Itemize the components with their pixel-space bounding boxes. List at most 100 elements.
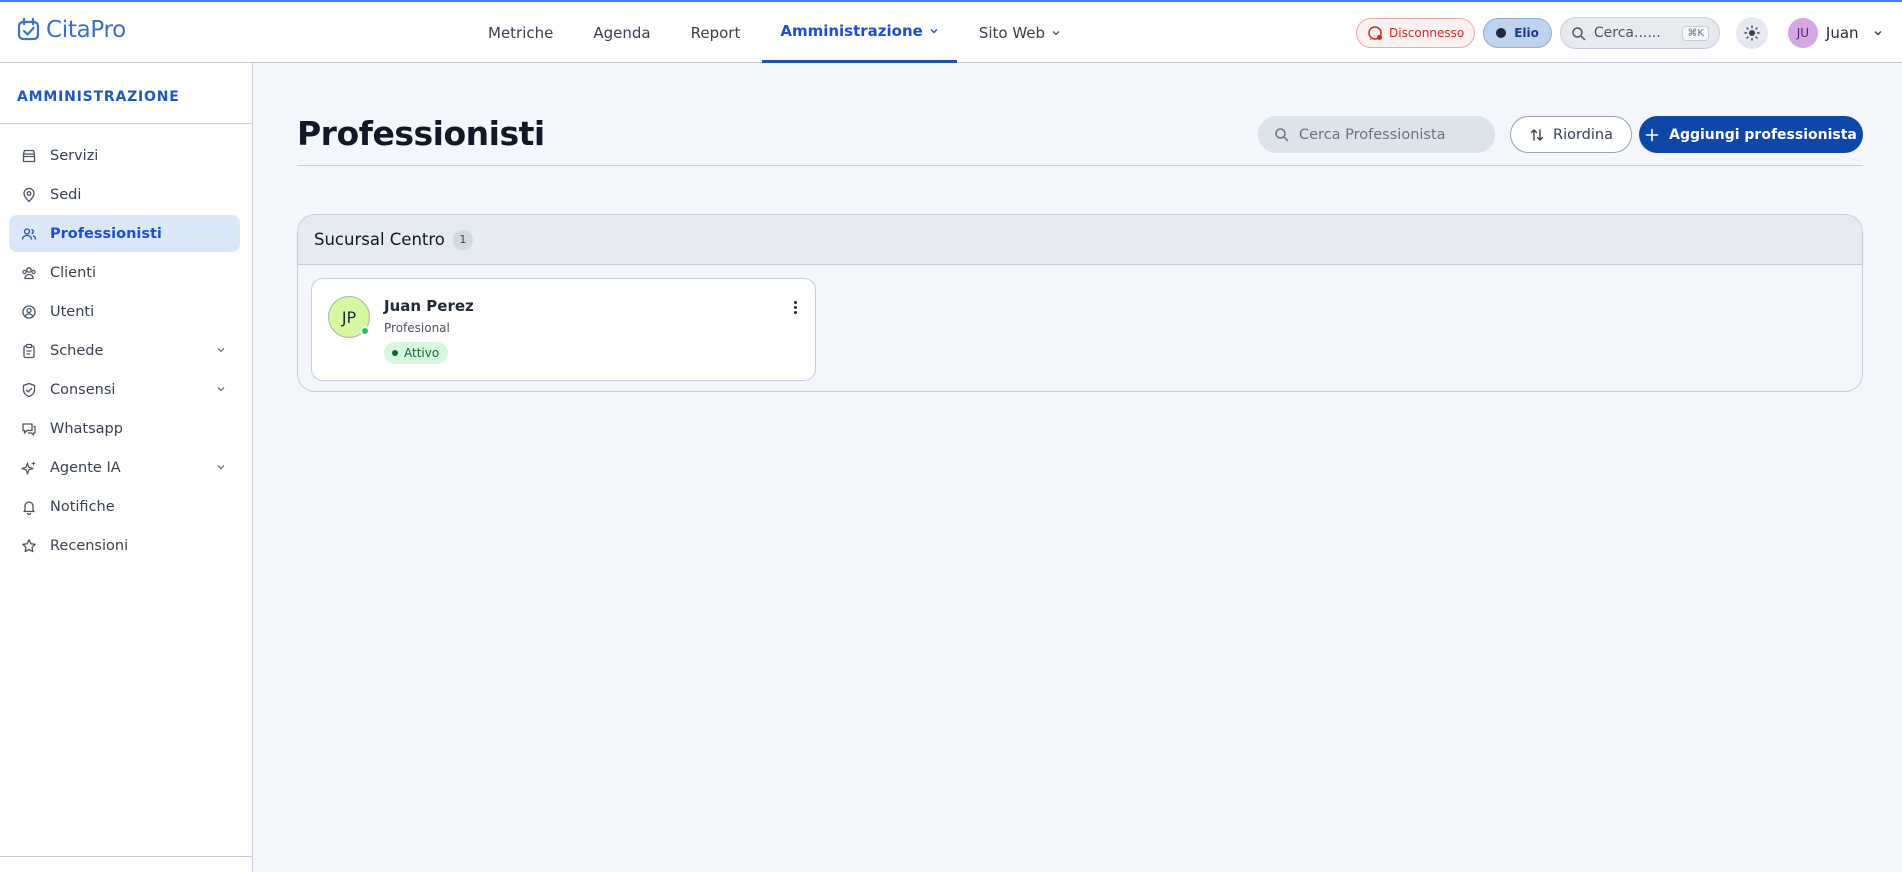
sidebar-item-whatsapp[interactable]: Whatsapp (9, 410, 240, 447)
chevron-down-icon (217, 465, 225, 470)
status-dot-icon (392, 350, 398, 356)
top-navbar: CitaPro Metriche Agenda Report Amministr… (0, 2, 1902, 63)
sidebar-item-utenti[interactable]: Utenti (9, 293, 240, 330)
users-icon (21, 227, 37, 240)
professional-name: Juan Perez (384, 297, 474, 315)
sidebar-item-sedi[interactable]: Sedi (9, 176, 240, 213)
bot-icon (1496, 28, 1507, 38)
professional-card[interactable]: JP Juan Perez Profesional Attivo (311, 278, 816, 381)
sidebar-item-professionisti[interactable]: Professionisti (9, 215, 240, 252)
sidebar-item-consensi[interactable]: Consensi (9, 371, 240, 408)
whatsapp-icon (1368, 26, 1382, 40)
sidebar-item-label: Consensi (50, 381, 116, 398)
nav-label: Metriche (488, 23, 554, 42)
page-title: Professionisti (297, 114, 545, 153)
plus-icon (1645, 128, 1659, 141)
status-badge: Attivo (384, 342, 449, 364)
professional-search-placeholder: Cerca Professionista (1299, 126, 1446, 143)
whatsapp-status-text: Disconnesso (1389, 26, 1465, 40)
search-icon (1275, 128, 1289, 142)
sidebar-item-label: Schede (50, 342, 104, 359)
online-indicator (360, 326, 370, 336)
nav-label: Amministrazione (780, 22, 923, 40)
sparkles-icon (21, 460, 36, 475)
nav-label: Agenda (593, 23, 651, 42)
nav-amministrazione[interactable]: Amministrazione (762, 2, 957, 63)
sidebar-item-label: Recensioni (50, 537, 129, 554)
more-options-icon[interactable] (794, 301, 797, 314)
user-menu[interactable]: JU Juan (1787, 18, 1883, 48)
sidebar-item-agente-ia[interactable]: Agente IA (9, 449, 240, 486)
sidebar-item-label: Whatsapp (50, 420, 123, 437)
store-icon (22, 149, 36, 162)
star-icon (22, 538, 36, 552)
avatar: JP (328, 296, 370, 338)
app-logo[interactable]: CitaPro (16, 17, 126, 43)
sun-icon (1744, 25, 1760, 41)
reorder-button[interactable]: Riordina (1510, 116, 1632, 153)
sidebar-item-label: Notifiche (50, 498, 115, 515)
main-content: Professionisti Cerca Professionista Rior… (253, 63, 1902, 872)
group-icon (22, 266, 36, 279)
main-nav: Metriche Agenda Report Amministrazione S… (470, 2, 1083, 63)
global-search-placeholder: Cerca...... (1593, 25, 1661, 41)
nav-agenda[interactable]: Agenda (575, 2, 668, 63)
map-pin-icon (23, 187, 35, 202)
sidebar: AMMINISTRAZIONE Servizi Sedi Professioni… (0, 63, 253, 872)
add-professional-label: Aggiungi professionista (1669, 126, 1857, 143)
sidebar-item-label: Agente IA (50, 459, 121, 476)
nav-report[interactable]: Report (673, 2, 759, 63)
sidebar-item-label: Utenti (50, 303, 95, 320)
chevron-down-icon (217, 387, 225, 392)
bell-icon (23, 500, 35, 515)
sidebar-item-label: Sedi (50, 186, 82, 203)
header-tools: Disconnesso Elio Cerca...... ⌘K JU Juan (1356, 17, 1883, 49)
global-search-input[interactable]: Cerca...... ⌘K (1559, 17, 1720, 49)
app-name: CitaPro (46, 17, 126, 43)
sidebar-item-schede[interactable]: Schede (9, 332, 240, 369)
branch-name: Sucursal Centro (314, 230, 445, 249)
theme-toggle-button[interactable] (1735, 17, 1768, 49)
sidebar-item-label: Professionisti (50, 225, 162, 242)
branch-group: Sucursal Centro 1 JP Juan Perez Profesio… (297, 214, 1863, 392)
professional-role: Profesional (384, 321, 450, 335)
branch-group-header: Sucursal Centro 1 (298, 215, 1862, 265)
professional-search-input[interactable]: Cerca Professionista (1258, 116, 1495, 153)
shortcut-hint: ⌘K (1682, 25, 1709, 41)
title-divider (297, 165, 1863, 166)
whatsapp-status-badge[interactable]: Disconnesso (1356, 18, 1476, 48)
user-name: Juan (1825, 24, 1859, 42)
calendar-check-icon (17, 17, 40, 41)
sidebar-item-servizi[interactable]: Servizi (9, 137, 240, 174)
sidebar-menu: Servizi Sedi Professionisti Clienti Uten… (9, 137, 240, 566)
nav-metriche[interactable]: Metriche (470, 2, 571, 63)
chevron-down-icon (217, 348, 225, 353)
nav-label: Report (690, 23, 741, 42)
user-circle-icon (22, 304, 36, 319)
chevron-down-icon (930, 29, 938, 34)
search-icon (1572, 26, 1586, 40)
add-professional-button[interactable]: Aggiungi professionista (1639, 116, 1863, 153)
sidebar-item-label: Servizi (50, 147, 99, 164)
chat-icon (22, 422, 36, 436)
sidebar-divider (0, 123, 252, 124)
status-label: Attivo (404, 346, 440, 360)
chevron-down-icon (1874, 31, 1882, 36)
reorder-label: Riordina (1553, 126, 1613, 143)
branch-count-badge: 1 (452, 229, 473, 250)
shield-check-icon (22, 382, 36, 397)
sidebar-item-label: Clienti (50, 264, 97, 281)
sidebar-item-recensioni[interactable]: Recensioni (9, 527, 240, 564)
sidebar-item-notifiche[interactable]: Notifiche (9, 488, 240, 525)
nav-label: Sito Web (978, 23, 1046, 42)
sort-arrows-icon (1530, 128, 1544, 141)
sidebar-footer-divider (0, 856, 252, 857)
avatar-initials: JP (341, 307, 357, 327)
sidebar-item-clienti[interactable]: Clienti (9, 254, 240, 291)
nav-sito-web[interactable]: Sito Web (961, 2, 1079, 63)
assistant-button[interactable]: Elio (1483, 18, 1552, 48)
clipboard-icon (23, 343, 35, 358)
sidebar-title: AMMINISTRAZIONE (17, 89, 180, 105)
avatar: JU (1787, 18, 1818, 48)
assistant-label: Elio (1514, 26, 1539, 40)
